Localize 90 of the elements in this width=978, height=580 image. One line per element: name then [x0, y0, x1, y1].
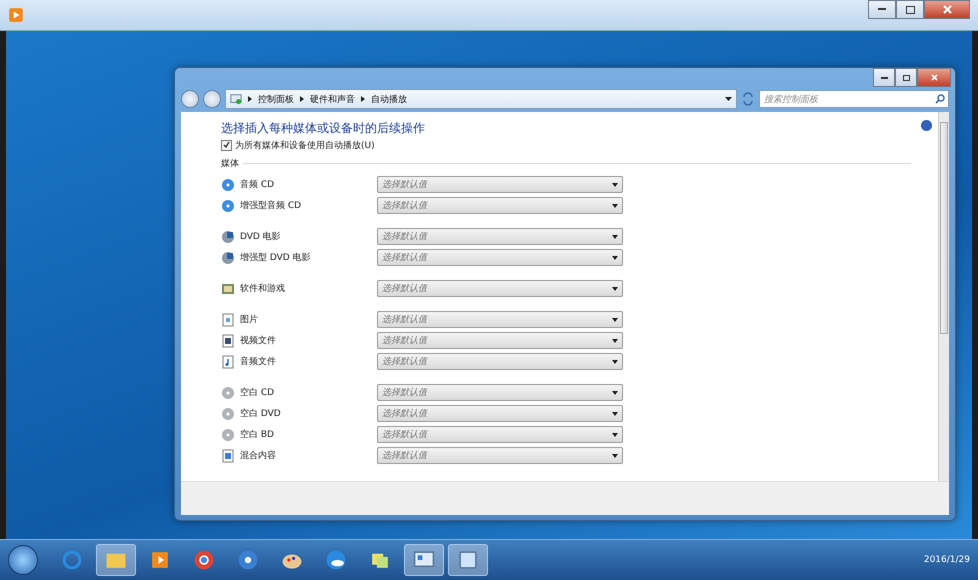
minimize-button[interactable]: [873, 68, 895, 87]
dropdown-arrow-icon: [612, 454, 618, 458]
page-heading: 选择插入每种媒体或设备时的后续操作: [221, 120, 426, 137]
chevron-icon: [361, 96, 365, 102]
disc-icon: [221, 178, 235, 192]
default-action-dropdown[interactable]: 选择默认值: [377, 353, 623, 370]
media-type-label: 混合内容: [240, 450, 276, 462]
media-type-label: 空白 CD: [240, 386, 274, 399]
dropdown-arrow-icon: [612, 318, 618, 322]
disc-icon: [221, 198, 235, 212]
mixed-file-icon: [221, 448, 235, 462]
dropdown-arrow-icon: [612, 432, 618, 436]
minimize-icon: [880, 76, 888, 78]
minimize-icon: [878, 8, 886, 11]
media-type-label: 音频 CD: [240, 178, 274, 191]
breadcrumb-item[interactable]: 自动播放: [371, 92, 407, 106]
start-button[interactable]: [8, 545, 38, 575]
disc-icon: [221, 428, 235, 442]
default-action-dropdown[interactable]: 选择默认值: [377, 197, 623, 214]
close-icon: [942, 5, 952, 14]
disc-icon: [221, 230, 235, 244]
media-type-label: 软件和游戏: [240, 282, 285, 295]
section-title: 媒体: [221, 158, 239, 170]
clock: 2016/1/29: [924, 555, 970, 565]
play-icon: [8, 7, 24, 23]
minimize-button[interactable]: [868, 0, 896, 19]
dropdown-arrow-icon[interactable]: [725, 97, 732, 101]
video-file-icon: [221, 334, 235, 348]
search-field[interactable]: 搜索控制面板: [759, 90, 949, 108]
disc-icon: [221, 250, 235, 264]
dropdown-arrow-icon: [612, 286, 618, 290]
media-type-label: 图片: [240, 314, 258, 326]
media-type-label: 音频文件: [240, 356, 276, 368]
media-type-label: 增强型 DVD 电影: [240, 252, 311, 264]
default-action-dropdown[interactable]: 选择默认值: [377, 405, 623, 422]
breadcrumb-item[interactable]: 控制面板: [258, 92, 294, 106]
default-action-dropdown[interactable]: 选择默认值: [377, 384, 623, 401]
maximize-button[interactable]: [896, 0, 924, 19]
forward-button[interactable]: [203, 90, 221, 108]
disc-icon: [221, 386, 235, 400]
close-icon: [930, 74, 938, 81]
picture-file-icon: [221, 312, 235, 326]
control-panel-icon: [230, 93, 242, 105]
maximize-icon: [906, 6, 914, 14]
dropdown-arrow-icon: [612, 182, 618, 186]
maximize-icon: [902, 74, 910, 80]
cloud-icon: [325, 549, 347, 571]
media-type-label: 视频文件: [240, 334, 276, 347]
close-button[interactable]: [924, 0, 970, 19]
default-action-dropdown[interactable]: 选择默认值: [377, 447, 623, 464]
dropdown-arrow-icon: [612, 234, 618, 238]
disc-icon: [221, 406, 235, 420]
maximize-button[interactable]: [895, 68, 917, 87]
dropdown-arrow-icon: [612, 204, 618, 208]
music-file-icon: [221, 354, 235, 368]
round-logo-icon: [193, 549, 215, 571]
media-type-label: 空白 DVD: [240, 408, 281, 420]
window-icon: [457, 549, 479, 571]
dropdown-arrow-icon: [612, 390, 618, 394]
browser-icon: [61, 549, 83, 571]
default-action-dropdown[interactable]: 选择默认值: [377, 426, 623, 443]
play-icon: [149, 549, 171, 571]
close-button[interactable]: [917, 68, 951, 87]
media-type-label: 空白 BD: [240, 428, 274, 441]
default-action-dropdown[interactable]: 选择默认值: [377, 311, 623, 328]
scrollbar[interactable]: [938, 112, 949, 481]
software-icon: [221, 282, 235, 296]
search-icon: [935, 94, 945, 104]
dropdown-arrow-icon: [612, 412, 618, 416]
check-icon: [223, 141, 230, 148]
default-action-dropdown[interactable]: 选择默认值: [377, 249, 623, 266]
checkbox-label: 为所有媒体和设备使用自动播放(U): [235, 140, 375, 152]
back-button[interactable]: [181, 90, 199, 108]
taskbar-button[interactable]: [404, 544, 444, 576]
chevron-icon: [300, 96, 304, 102]
default-action-dropdown[interactable]: 选择默认值: [377, 176, 623, 193]
breadcrumb-item[interactable]: 硬件和声音: [310, 92, 355, 106]
default-action-dropdown[interactable]: 选择默认值: [377, 332, 623, 349]
address-bar[interactable]: 控制面板 硬件和声音 自动播放: [225, 89, 737, 109]
dropdown-arrow-icon: [612, 256, 618, 260]
taskbar-button[interactable]: [448, 544, 488, 576]
default-action-dropdown[interactable]: 选择默认值: [377, 228, 623, 245]
media-type-label: 增强型音频 CD: [240, 200, 302, 212]
default-action-dropdown[interactable]: 选择默认值: [377, 280, 623, 297]
autoplay-checkbox[interactable]: 为所有媒体和设备使用自动播放(U): [221, 139, 921, 152]
dropdown-arrow-icon: [612, 338, 618, 342]
film-reel-icon: [237, 549, 259, 571]
chevron-icon: [248, 96, 252, 102]
dropdown-arrow-icon: [612, 360, 618, 364]
media-type-label: DVD 电影: [240, 230, 281, 243]
